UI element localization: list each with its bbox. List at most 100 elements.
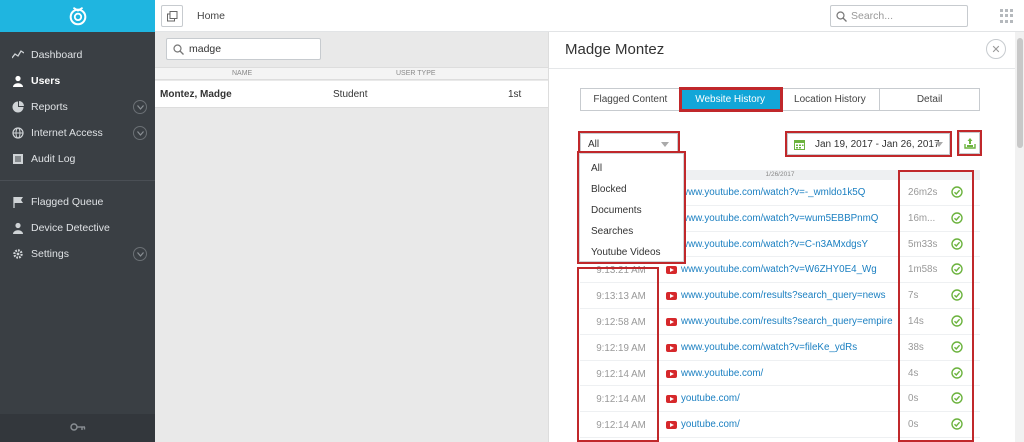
visit-duration: 14s [908,315,924,327]
sidebar-item-flagged-queue[interactable]: Flagged Queue [0,189,155,215]
list-item[interactable]: 9:12:58 AM www.youtube.com/results?search… [580,309,980,335]
chevron-down-icon[interactable] [133,126,147,140]
list-item[interactable]: 9:12:19 AM www.youtube.com/watch?v=fileKe… [580,335,980,361]
filter-option-documents[interactable]: Documents [580,200,683,221]
visit-duration: 0s [908,393,919,405]
tab-website-history[interactable]: Website History [678,87,783,112]
youtube-icon [666,369,677,378]
user-search-input[interactable] [189,43,309,55]
user-icon [12,75,24,87]
users-table-header: NAME USER TYPE [155,67,548,80]
scrollbar[interactable] [1015,32,1024,442]
scrollbar-thumb[interactable] [1017,38,1023,148]
list-item[interactable]: 9:12:14 AM www.youtube.com/4s [580,361,980,387]
chart-line-icon [12,49,24,61]
check-circle-icon [951,263,963,276]
global-search[interactable] [830,5,968,27]
visited-url-link[interactable]: youtube.com/ [681,419,740,430]
visit-duration: 38s [908,341,924,353]
sidebar-item-audit-log[interactable]: Audit Log [0,146,155,172]
visit-time: 9:12:14 AM [596,420,646,432]
column-header-user-type[interactable]: USER TYPE [396,70,436,77]
window-toggle-button[interactable] [161,5,183,27]
user-search[interactable] [166,38,321,60]
sidebar-item-dashboard[interactable]: Dashboard [0,42,155,68]
visit-duration: 4s [908,367,919,379]
sidebar-nav: Dashboard Users Reports Internet Access … [0,32,155,267]
user-detail-panel: Madge Montez ✕ Flagged Content Website H… [548,32,1024,442]
sidebar-item-reports[interactable]: Reports [0,94,155,120]
table-row[interactable]: Montez, Madge Student 1st [155,81,548,108]
visit-time: 9:12:14 AM [596,368,646,380]
check-circle-icon [951,341,963,353]
chevron-down-icon[interactable] [133,100,147,114]
chevron-down-icon[interactable] [133,247,147,261]
visited-url-link[interactable]: www.youtube.com/watch?v=wum5EBBPnmQ [681,213,878,224]
sidebar-item-internet-access[interactable]: Internet Access [0,120,155,146]
filter-selected-value: All [588,138,600,150]
sidebar-footer [0,414,155,442]
key-icon[interactable] [69,422,86,434]
filter-option-youtube-videos[interactable]: Youtube Videos [580,242,683,263]
visited-url-link[interactable]: www.youtube.com/results?search_query=emp… [681,316,893,327]
brand-logo[interactable] [0,0,155,32]
sidebar-item-device-detective[interactable]: Device Detective [0,215,155,241]
filter-option-searches[interactable]: Searches [580,221,683,242]
tab-location-history[interactable]: Location History [780,89,881,110]
filter-option-blocked[interactable]: Blocked [580,179,683,200]
visited-url-link[interactable]: www.youtube.com/watch?v=fileKe_ydRs [681,342,857,353]
sidebar-item-label: Device Detective [31,222,110,234]
sidebar-divider [0,180,155,181]
sidebar-item-users[interactable]: Users [0,68,155,94]
pie-chart-icon [12,101,24,113]
youtube-icon [666,266,677,275]
check-circle-icon [951,289,963,301]
list-item[interactable]: 9:12:14 AM youtube.com/0s [580,412,980,438]
visited-url-link[interactable]: www.youtube.com/watch?v=-_wmldo1k5Q [681,187,865,198]
search-icon [173,43,184,55]
detail-tabs: Flagged Content Website History Location… [580,87,980,112]
visit-time: 9:13:21 AM [596,265,646,277]
global-search-input[interactable] [851,10,961,22]
column-header-name[interactable]: NAME [232,70,252,77]
visited-url-link[interactable]: www.youtube.com/watch?v=W6ZHY0E4_Wg [681,264,877,275]
history-filter-select[interactable]: All [578,131,680,157]
sidebar: Dashboard Users Reports Internet Access … [0,0,155,442]
tab-detail[interactable]: Detail [880,89,979,110]
close-icon: ✕ [991,43,1001,56]
filter-dropdown-menu: All Blocked Documents Searches Youtube V… [577,151,686,264]
visited-url-link[interactable]: www.youtube.com/ [681,368,763,379]
sidebar-item-label: Dashboard [31,49,83,61]
youtube-icon [666,343,677,352]
export-button[interactable] [957,130,982,156]
check-circle-icon [951,186,963,198]
sidebar-item-label: Reports [31,101,68,113]
check-circle-icon [951,212,963,224]
visited-url-link[interactable]: youtube.com/ [681,393,740,404]
sidebar-item-settings[interactable]: Settings [0,241,155,267]
check-circle-icon [951,392,963,405]
visited-url-link[interactable]: www.youtube.com/results?search_query=new… [681,290,885,301]
breadcrumb[interactable]: Home [197,10,225,22]
check-circle-icon [951,237,963,250]
visit-duration: 26m2s [908,187,938,198]
youtube-icon [666,395,677,404]
sidebar-item-label: Internet Access [31,127,103,139]
list-item[interactable]: 9:12:14 AM youtube.com/0s [580,386,980,413]
visit-duration: 0s [908,419,919,431]
sidebar-item-label: Users [31,75,61,87]
tab-flagged-content[interactable]: Flagged Content [581,89,681,110]
copy-icon [166,10,177,21]
list-item[interactable]: 9:13:13 AM www.youtube.com/results?search… [580,283,980,309]
youtube-icon [666,292,677,301]
visit-duration: 7s [908,290,919,302]
visit-time: 9:12:14 AM [596,394,646,406]
date-range-picker[interactable]: Jan 19, 2017 - Jan 26, 2017 [785,131,952,157]
visited-url-link[interactable]: www.youtube.com/watch?v=C-n3AMxdgsY [681,239,868,250]
apps-grid-icon[interactable] [1000,9,1014,23]
close-button[interactable]: ✕ [986,39,1006,59]
title-divider [549,68,1015,69]
filter-option-all[interactable]: All [580,158,683,179]
logo-icon [69,6,86,26]
caret-down-icon [661,142,669,147]
